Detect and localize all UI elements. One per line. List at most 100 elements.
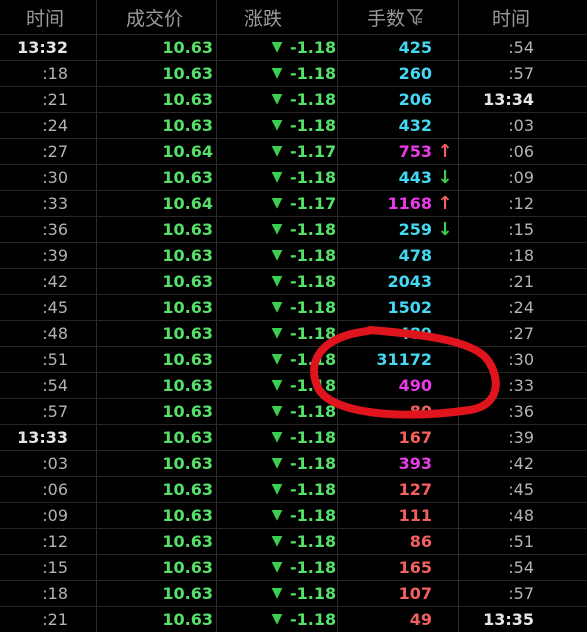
header-price[interactable]: 成交价 bbox=[96, 0, 216, 34]
tick-price: 10.63 bbox=[162, 480, 213, 499]
tick-price: 10.63 bbox=[162, 532, 213, 551]
table-row[interactable]: 13:32 10.63 ▼ -1.18 425:54 bbox=[0, 34, 587, 60]
tick-price: 10.63 bbox=[162, 350, 213, 369]
table-row[interactable]: :30 10.63 ▼ -1.18 443 ↓:09 bbox=[0, 164, 587, 190]
table-row[interactable]: :45 10.63 ▼ -1.18 1502:24 bbox=[0, 294, 587, 320]
tick-time-right: :15 bbox=[508, 220, 534, 239]
tick-time: :42 bbox=[42, 272, 68, 291]
tick-volume: 393 bbox=[398, 454, 432, 473]
tick-time: :03 bbox=[42, 454, 68, 473]
tick-change: -1.18 bbox=[290, 532, 337, 551]
tick-price: 10.63 bbox=[162, 246, 213, 265]
header-volume[interactable]: 手数 bbox=[337, 0, 458, 34]
filter-icon[interactable] bbox=[407, 8, 424, 26]
table-row[interactable]: :09 10.63 ▼ -1.18 111:48 bbox=[0, 502, 587, 528]
down-arrow-icon: ▼ bbox=[271, 351, 283, 367]
tick-change: -1.18 bbox=[290, 454, 337, 473]
table-row[interactable]: :42 10.63 ▼ -1.18 2043:21 bbox=[0, 268, 587, 294]
table-row[interactable]: :54 10.63 ▼ -1.18 490:33 bbox=[0, 372, 587, 398]
tick-volume: 31172 bbox=[376, 350, 432, 369]
table-row[interactable]: :21 10.63 ▼ -1.18 206 13:34 bbox=[0, 86, 587, 112]
tick-time-right: :57 bbox=[508, 584, 534, 603]
down-arrow-icon: ▼ bbox=[271, 117, 283, 133]
tick-price: 10.63 bbox=[162, 168, 213, 187]
tick-time-right: :30 bbox=[508, 350, 534, 369]
tick-time-right: :36 bbox=[508, 402, 534, 421]
table-row[interactable]: :27 10.64 ▼ -1.17 753 ↑:06 bbox=[0, 138, 587, 164]
tick-time-right: :54 bbox=[508, 558, 534, 577]
tick-change: -1.18 bbox=[290, 376, 337, 395]
tick-volume: 111 bbox=[398, 506, 432, 525]
tick-change: -1.18 bbox=[290, 402, 337, 421]
tick-price: 10.63 bbox=[162, 610, 213, 629]
down-arrow-icon: ▼ bbox=[271, 169, 283, 185]
tick-change: -1.18 bbox=[290, 38, 337, 57]
down-arrow-icon: ▼ bbox=[271, 65, 283, 81]
tick-time: :18 bbox=[42, 64, 68, 83]
tick-price: 10.63 bbox=[162, 272, 213, 291]
tick-time-right: :54 bbox=[508, 38, 534, 57]
down-arrow-icon: ▼ bbox=[271, 143, 283, 159]
table-row[interactable]: :39 10.63 ▼ -1.18 478:18 bbox=[0, 242, 587, 268]
tick-price: 10.64 bbox=[162, 194, 213, 213]
tick-time: :48 bbox=[42, 324, 68, 343]
table-row[interactable]: :48 10.63 ▼ -1.18 489:27 bbox=[0, 320, 587, 346]
down-arrow-icon: ▼ bbox=[271, 481, 283, 497]
tick-time: :54 bbox=[42, 376, 68, 395]
down-trend-arrow-icon: ↓ bbox=[437, 167, 453, 188]
tick-time-right: :27 bbox=[508, 324, 534, 343]
tick-time: :18 bbox=[42, 584, 68, 603]
tick-change: -1.18 bbox=[290, 220, 337, 239]
tick-volume: 478 bbox=[398, 246, 432, 265]
table-row[interactable]: :24 10.63 ▼ -1.18 432:03 bbox=[0, 112, 587, 138]
tick-change: -1.17 bbox=[290, 194, 337, 213]
down-arrow-icon: ▼ bbox=[271, 559, 283, 575]
tick-price: 10.63 bbox=[162, 428, 213, 447]
table-row[interactable]: :03 10.63 ▼ -1.18 393:42 bbox=[0, 450, 587, 476]
tick-time-right: :24 bbox=[508, 298, 534, 317]
table-row[interactable]: :21 10.63 ▼ -1.18 49 13:35 bbox=[0, 606, 587, 632]
tick-time: 13:32 bbox=[17, 38, 68, 57]
down-arrow-icon: ▼ bbox=[271, 585, 283, 601]
tick-time-right: 13:34 bbox=[483, 90, 534, 109]
down-arrow-icon: ▼ bbox=[271, 533, 283, 549]
table-row[interactable]: :33 10.64 ▼ -1.17 1168 ↑:12 bbox=[0, 190, 587, 216]
down-arrow-icon: ▼ bbox=[271, 611, 283, 627]
tick-price: 10.63 bbox=[162, 38, 213, 57]
tick-volume: 260 bbox=[398, 64, 432, 83]
tick-time: :57 bbox=[42, 402, 68, 421]
tick-price: 10.63 bbox=[162, 454, 213, 473]
table-header: 时间 成交价 涨跌 手数 时间 bbox=[0, 0, 587, 34]
table-row[interactable]: :18 10.63 ▼ -1.18 260:57 bbox=[0, 60, 587, 86]
down-arrow-icon: ▼ bbox=[271, 39, 283, 55]
table-row[interactable]: :18 10.63 ▼ -1.18 107:57 bbox=[0, 580, 587, 606]
table-row[interactable]: :12 10.63 ▼ -1.18 86:51 bbox=[0, 528, 587, 554]
tick-time-right: :21 bbox=[508, 272, 534, 291]
tick-change: -1.18 bbox=[290, 558, 337, 577]
tick-price: 10.63 bbox=[162, 376, 213, 395]
tick-time: :36 bbox=[42, 220, 68, 239]
tick-price: 10.63 bbox=[162, 506, 213, 525]
tick-price: 10.63 bbox=[162, 584, 213, 603]
header-time[interactable]: 时间 bbox=[0, 0, 96, 34]
table-row[interactable]: :06 10.63 ▼ -1.18 127:45 bbox=[0, 476, 587, 502]
tick-volume: 489 bbox=[398, 324, 432, 343]
tick-time: :09 bbox=[42, 506, 68, 525]
table-row[interactable]: :57 10.63 ▼ -1.18 80:36 bbox=[0, 398, 587, 424]
tick-price: 10.63 bbox=[162, 324, 213, 343]
table-row[interactable]: :36 10.63 ▼ -1.18 259 ↓:15 bbox=[0, 216, 587, 242]
tick-change: -1.18 bbox=[290, 428, 337, 447]
tick-time: :45 bbox=[42, 298, 68, 317]
table-row[interactable]: :51 10.63 ▼ -1.18 31172:30 bbox=[0, 346, 587, 372]
table-row[interactable]: :15 10.63 ▼ -1.18 165:54 bbox=[0, 554, 587, 580]
down-arrow-icon: ▼ bbox=[271, 273, 283, 289]
tick-volume: 107 bbox=[398, 584, 432, 603]
tick-volume: 206 bbox=[398, 90, 432, 109]
tick-time-right: :39 bbox=[508, 428, 534, 447]
header-time-2[interactable]: 时间 bbox=[458, 0, 587, 34]
table-row[interactable]: 13:33 10.63 ▼ -1.18 167:39 bbox=[0, 424, 587, 450]
header-change[interactable]: 涨跌 bbox=[216, 0, 337, 34]
tick-time-right: :57 bbox=[508, 64, 534, 83]
tick-time-right: :12 bbox=[508, 194, 534, 213]
tick-volume: 165 bbox=[398, 558, 432, 577]
